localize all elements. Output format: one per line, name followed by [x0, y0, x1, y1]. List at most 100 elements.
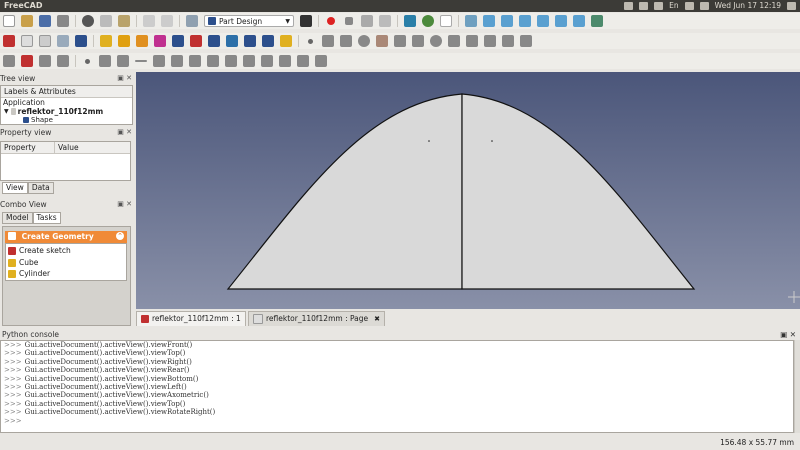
cut-icon[interactable] [82, 15, 94, 27]
constrain-lock-point-icon[interactable] [85, 58, 90, 64]
task-cylinder[interactable]: Cylinder [8, 269, 50, 278]
measure-distance-icon[interactable] [591, 15, 603, 27]
undo-icon[interactable] [143, 15, 155, 27]
constrain-tangent-icon[interactable] [99, 55, 111, 67]
macros-icon[interactable] [361, 15, 373, 27]
view-left-icon[interactable] [573, 15, 585, 27]
groove-icon[interactable] [154, 35, 166, 47]
revolution-icon[interactable] [136, 35, 148, 47]
vertex-point[interactable] [428, 140, 430, 142]
mirrored-icon[interactable] [226, 35, 238, 47]
constrain-distance-x-icon[interactable] [243, 55, 255, 67]
dock-controls[interactable]: ▣ ✕ [117, 128, 132, 136]
edit-sketch-icon[interactable] [21, 35, 33, 47]
new-document-icon[interactable] [3, 15, 15, 27]
print-icon[interactable] [57, 15, 69, 27]
python-console[interactable]: >>> Gui.activeDocument().activeView().vie… [0, 340, 794, 433]
dock-controls[interactable]: ▣ ✕ [117, 200, 132, 208]
constrain-horizontal-icon[interactable] [57, 55, 69, 67]
clock[interactable]: Wed Jun 17 12:19 [715, 1, 781, 10]
polyline-icon[interactable] [394, 35, 406, 47]
create-sketch-icon[interactable] [3, 35, 15, 47]
stereo-icon[interactable] [440, 15, 452, 27]
col-property[interactable]: Property [4, 142, 55, 153]
construction-mode-icon[interactable] [520, 35, 532, 47]
tab-document-3d[interactable]: reflektor_110f12mm : 1 [136, 311, 246, 326]
fit-all-icon[interactable] [404, 15, 416, 27]
multitransform-icon[interactable] [280, 35, 292, 47]
polar-pattern-icon[interactable] [262, 35, 274, 47]
circle-icon[interactable] [358, 35, 370, 47]
col-value[interactable]: Value [55, 142, 79, 153]
constrain-radius-icon[interactable] [117, 55, 129, 67]
constrain-parallel-icon[interactable] [135, 60, 147, 62]
mail-icon[interactable] [624, 1, 634, 10]
task-cube[interactable]: Cube [8, 258, 38, 267]
tab-document-page[interactable]: reflektor_110f12mm : Page ✖ [248, 311, 386, 326]
run-macro-icon[interactable] [379, 15, 391, 27]
bluetooth-icon[interactable] [654, 1, 664, 10]
tree-item-shape[interactable]: Shape [1, 116, 132, 124]
linear-pattern-icon[interactable] [244, 35, 256, 47]
reflector-half-right[interactable] [461, 93, 696, 290]
paste-icon[interactable] [118, 15, 130, 27]
reflector-half-left[interactable] [226, 93, 463, 290]
refresh-icon[interactable] [186, 15, 198, 27]
workbench-selector[interactable]: Part Design ▼ [204, 15, 294, 27]
constrain-snell-icon[interactable] [315, 55, 327, 67]
slot-icon[interactable] [448, 35, 460, 47]
tab-data[interactable]: Data [27, 182, 54, 194]
close-icon[interactable]: ✖ [374, 312, 380, 326]
open-folder-icon[interactable] [21, 15, 33, 27]
constrain-perpendicular-icon[interactable] [153, 55, 165, 67]
save-icon[interactable] [39, 15, 51, 27]
polygon-icon[interactable] [430, 35, 442, 47]
constrain-point-on-object-icon[interactable] [21, 55, 33, 67]
volume-icon[interactable] [699, 1, 709, 10]
view-front-icon[interactable] [483, 15, 495, 27]
constrain-coincident-icon[interactable] [3, 55, 15, 67]
vertex-point[interactable] [491, 140, 493, 142]
draw-style-icon[interactable] [422, 15, 434, 27]
constrain-distance-icon[interactable] [279, 55, 291, 67]
constrain-distance-y-icon[interactable] [261, 55, 273, 67]
line-icon[interactable] [322, 35, 334, 47]
rectangle-icon[interactable] [412, 35, 424, 47]
view-top-icon[interactable] [501, 15, 513, 27]
dock-controls[interactable]: ▣ ✕ [780, 330, 796, 339]
tree-header[interactable]: Labels & Attributes [1, 86, 132, 98]
leave-sketch-icon[interactable] [39, 35, 51, 47]
task-create-sketch[interactable]: Create sketch [8, 246, 71, 255]
expand-arrow-icon[interactable]: ▼ [4, 107, 9, 116]
copy-icon[interactable] [100, 15, 112, 27]
record-macro-icon[interactable] [327, 17, 335, 25]
constrain-angle-icon[interactable] [297, 55, 309, 67]
view-right-icon[interactable] [519, 15, 531, 27]
view-bottom-icon[interactable] [555, 15, 567, 27]
map-sketch-icon[interactable] [75, 35, 87, 47]
draft-icon[interactable] [208, 35, 220, 47]
constrain-block-icon[interactable] [207, 55, 219, 67]
view-sketch-icon[interactable] [57, 35, 69, 47]
whats-this-icon[interactable] [300, 15, 312, 27]
keyboard-layout[interactable]: En [669, 1, 679, 10]
constrain-vertical-icon[interactable] [39, 55, 51, 67]
task-group-header[interactable]: Create Geometry ⌃ [5, 231, 127, 243]
dock-controls[interactable]: ▣ ✕ [117, 74, 132, 82]
constrain-lock-icon[interactable] [225, 55, 237, 67]
pocket-icon[interactable] [118, 35, 130, 47]
constrain-equal-icon[interactable] [171, 55, 183, 67]
point-icon[interactable] [308, 38, 313, 44]
3d-viewport[interactable] [136, 72, 800, 309]
view-axonometric-icon[interactable] [465, 15, 477, 27]
conic-icon[interactable] [376, 35, 388, 47]
redo-icon[interactable] [161, 15, 173, 27]
trim-icon[interactable] [484, 35, 496, 47]
console-input-line[interactable]: >>> [4, 417, 793, 425]
chamfer-icon[interactable] [190, 35, 202, 47]
pad-icon[interactable] [100, 35, 112, 47]
tree-item-document[interactable]: ▼ reflektor_110f12mm [1, 107, 132, 116]
gear-icon[interactable] [787, 1, 796, 10]
constrain-symmetric-icon[interactable] [189, 55, 201, 67]
external-geometry-icon[interactable] [502, 35, 514, 47]
